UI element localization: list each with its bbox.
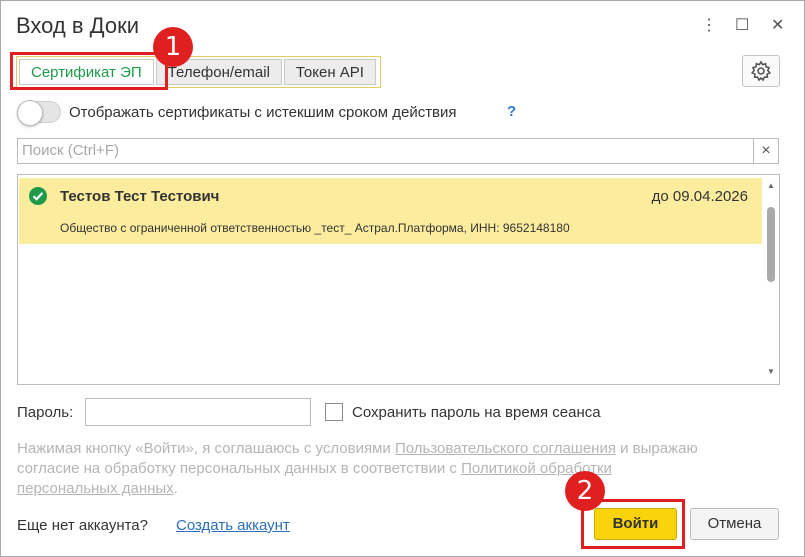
terms-text-part: Нажимая кнопку «Войти», я соглашаюсь с у… — [17, 440, 395, 457]
no-account-text: Еще нет аккаунта? — [17, 517, 148, 534]
close-icon[interactable]: ✕ — [771, 15, 784, 35]
certificate-list: Тестов Тест Тестович до 09.04.2026 Общес… — [17, 174, 780, 385]
scrollbar-thumb[interactable] — [767, 207, 775, 282]
gear-icon — [750, 60, 772, 82]
login-dialog: Вход в Доки ⋮ ☐ ✕ Сертификат ЭП Телефон/… — [0, 0, 805, 557]
dialog-title: Вход в Доки — [16, 13, 139, 38]
tab-api-token[interactable]: Токен API — [283, 59, 376, 85]
password-field[interactable] — [85, 398, 311, 426]
login-button[interactable]: Войти — [594, 508, 677, 540]
password-label: Пароль: — [17, 404, 74, 421]
search-input[interactable]: Поиск (Ctrl+F) — [17, 138, 754, 164]
settings-button[interactable] — [742, 55, 780, 87]
create-account-link[interactable]: Создать аккаунт — [176, 517, 290, 534]
show-expired-toggle[interactable] — [17, 100, 61, 126]
annotation-badge-1: 1 — [153, 27, 193, 67]
help-icon[interactable]: ? — [507, 103, 516, 120]
terms-text-part: . — [173, 480, 178, 497]
list-scrollbar[interactable]: ▲ ▼ — [764, 177, 778, 382]
scroll-up-icon[interactable]: ▲ — [767, 181, 775, 190]
scroll-down-icon[interactable]: ▼ — [767, 367, 775, 376]
certificate-organization: Общество с ограниченной ответственностью… — [60, 221, 570, 235]
user-agreement-link[interactable]: Пользовательского соглашения — [395, 440, 616, 457]
list-item[interactable]: Тестов Тест Тестович до 09.04.2026 Общес… — [19, 178, 762, 244]
save-password-checkbox[interactable] — [325, 403, 343, 421]
more-menu-icon[interactable]: ⋮ — [701, 15, 717, 35]
toggle-knob — [17, 100, 43, 126]
certificate-expiry: до 09.04.2026 — [651, 188, 748, 205]
cancel-button[interactable]: Отмена — [690, 508, 779, 540]
annotation-highlight-1 — [10, 52, 168, 90]
check-circle-icon — [29, 187, 47, 205]
clear-search-button[interactable]: × — [753, 138, 779, 164]
save-password-label: Сохранить пароль на время сеанса — [352, 404, 601, 421]
certificate-owner: Тестов Тест Тестович — [60, 188, 220, 205]
show-expired-label: Отображать сертификаты с истекшим сроком… — [69, 104, 457, 121]
annotation-badge-2: 2 — [565, 471, 605, 511]
maximize-icon[interactable]: ☐ — [735, 15, 749, 35]
